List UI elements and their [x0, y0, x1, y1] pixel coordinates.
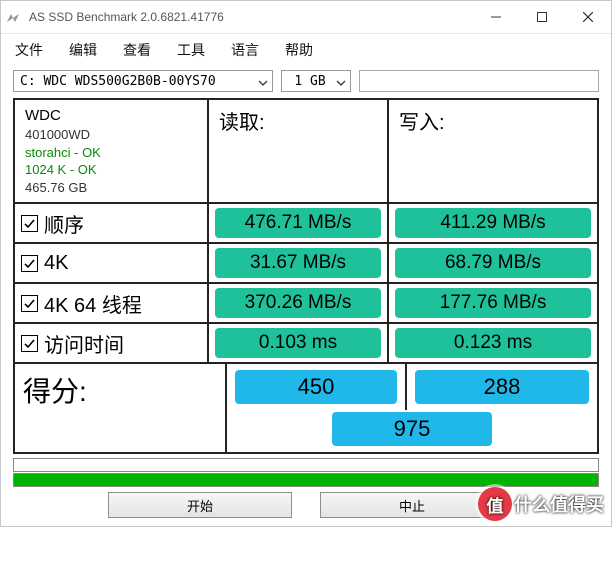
label-score: 得分: — [15, 364, 227, 452]
score-total: 975 — [332, 412, 492, 446]
label-access: 访问时间 — [15, 324, 209, 362]
label-access-text: 访问时间 — [44, 329, 124, 358]
score-write: 288 — [415, 370, 589, 404]
chevron-down-icon — [336, 74, 346, 89]
checkbox-seq[interactable] — [21, 215, 38, 232]
4k64-write: 177.76 MB/s — [395, 288, 591, 318]
menu-edit[interactable]: 编辑 — [67, 38, 99, 62]
score-read: 450 — [235, 370, 397, 404]
start-button[interactable]: 开始 — [108, 492, 292, 518]
label-4k: 4K — [15, 244, 209, 282]
watermark-badge: 值 — [478, 487, 512, 521]
4k64-read: 370.26 MB/s — [215, 288, 381, 318]
seq-read: 476.71 MB/s — [215, 208, 381, 238]
abort-button[interactable]: 中止 — [320, 492, 504, 518]
row-access: 访问时间 0.103 ms 0.123 ms — [15, 324, 597, 364]
results-panel: WDC 401000WD storahci - OK 1024 K - OK 4… — [13, 98, 599, 454]
maximize-button[interactable] — [519, 1, 565, 33]
watermark-text: 什么值得买 — [514, 491, 604, 517]
header-row: WDC 401000WD storahci - OK 1024 K - OK 4… — [15, 100, 597, 204]
label-seq-text: 顺序 — [44, 209, 84, 238]
drive-select[interactable]: C: WDC WDS500G2B0B-00YS70 — [13, 70, 273, 92]
row-4k: 4K 31.67 MB/s 68.79 MB/s — [15, 244, 597, 284]
label-4k-text: 4K — [44, 252, 68, 275]
minimize-button[interactable] — [473, 1, 519, 33]
size-select-value: 1 GB — [294, 74, 325, 89]
access-write: 0.123 ms — [395, 328, 591, 358]
app-icon — [1, 12, 25, 22]
row-seq: 顺序 476.71 MB/s 411.29 MB/s — [15, 204, 597, 244]
window-title: AS SSD Benchmark 2.0.6821.41776 — [25, 10, 473, 24]
menu-help[interactable]: 帮助 — [283, 38, 315, 62]
size-select[interactable]: 1 GB — [281, 70, 351, 92]
drive-capacity: 465.76 GB — [25, 179, 197, 197]
4k-read: 31.67 MB/s — [215, 248, 381, 278]
checkbox-4k64[interactable] — [21, 295, 38, 312]
drive-model: WDC — [25, 106, 197, 126]
row-4k64: 4K 64 线程 370.26 MB/s 177.76 MB/s — [15, 284, 597, 324]
title-bar: AS SSD Benchmark 2.0.6821.41776 — [1, 1, 611, 34]
progress-bar-2 — [13, 473, 599, 487]
drive-info: WDC 401000WD storahci - OK 1024 K - OK 4… — [15, 100, 209, 202]
watermark: 值 什么值得买 — [478, 487, 604, 521]
progress-bar-1 — [13, 458, 599, 472]
menu-view[interactable]: 查看 — [121, 38, 153, 62]
driver-status: storahci - OK — [25, 144, 197, 162]
label-4k64: 4K 64 线程 — [15, 284, 209, 322]
access-read: 0.103 ms — [215, 328, 381, 358]
app-window: AS SSD Benchmark 2.0.6821.41776 文件 编辑 查看… — [0, 0, 612, 527]
label-seq: 顺序 — [15, 204, 209, 242]
checkbox-access[interactable] — [21, 335, 38, 352]
drive-select-value: C: WDC WDS500G2B0B-00YS70 — [20, 74, 216, 89]
chevron-down-icon — [258, 74, 268, 89]
menu-tools[interactable]: 工具 — [175, 38, 207, 62]
header-read: 读取: — [209, 100, 389, 202]
mini-progress — [359, 70, 599, 92]
close-button[interactable] — [565, 1, 611, 33]
seq-write: 411.29 MB/s — [395, 208, 591, 238]
drive-firmware: 401000WD — [25, 126, 197, 144]
label-4k64-text: 4K 64 线程 — [44, 289, 142, 318]
menu-file[interactable]: 文件 — [13, 38, 45, 62]
alignment-status: 1024 K - OK — [25, 161, 197, 179]
selector-row: C: WDC WDS500G2B0B-00YS70 1 GB — [1, 66, 611, 96]
row-score: 得分: 450 288 975 — [15, 364, 597, 452]
menu-language[interactable]: 语言 — [229, 38, 261, 62]
4k-write: 68.79 MB/s — [395, 248, 591, 278]
header-write: 写入: — [389, 100, 597, 202]
menu-bar: 文件 编辑 查看 工具 语言 帮助 — [1, 34, 611, 66]
checkbox-4k[interactable] — [21, 255, 38, 272]
